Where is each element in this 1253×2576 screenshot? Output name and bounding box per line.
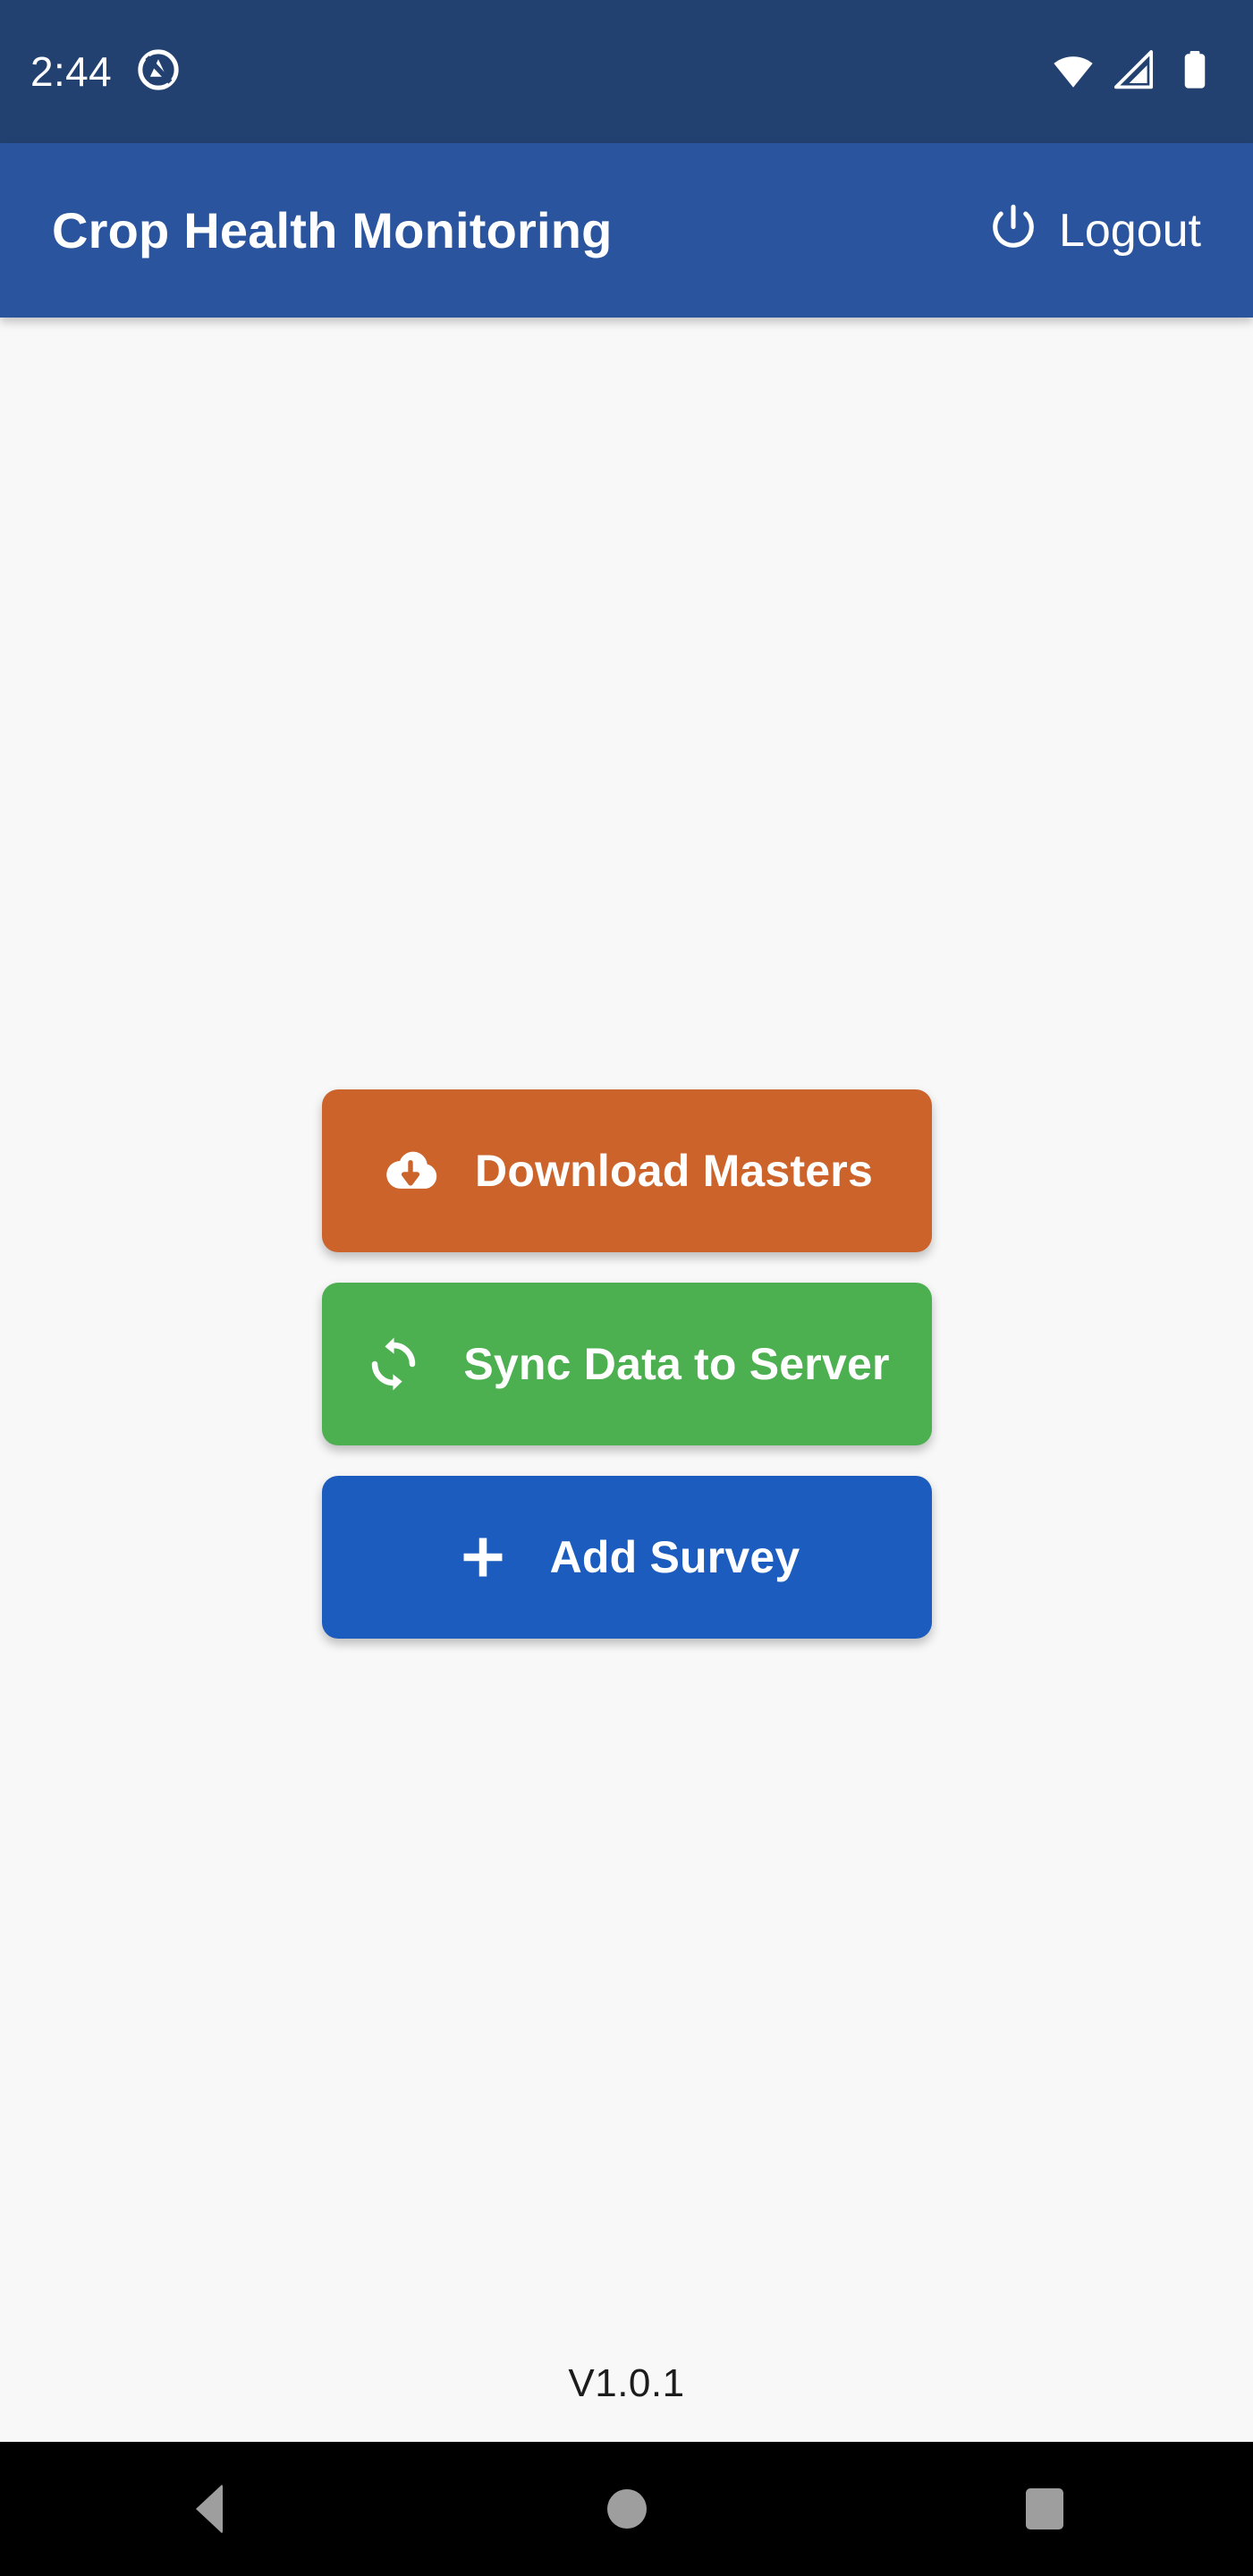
- add-survey-label: Add Survey: [549, 1531, 800, 1582]
- status-bar-clock: 2:44: [30, 48, 113, 95]
- main-content: Download Masters Sync Data to Server Add…: [0, 318, 1253, 2442]
- status-bar-right: [1051, 47, 1217, 97]
- power-icon: [987, 202, 1039, 258]
- sync-data-button[interactable]: Sync Data to Server: [321, 1282, 932, 1445]
- plus-icon: [453, 1528, 512, 1587]
- action-button-stack: Download Masters Sync Data to Server Add…: [321, 1089, 932, 1639]
- add-survey-button[interactable]: Add Survey: [321, 1475, 932, 1639]
- recents-button[interactable]: [964, 2442, 1125, 2576]
- logout-button[interactable]: Logout: [968, 190, 1221, 271]
- status-bar: 2:44: [0, 0, 1253, 143]
- circle-home-icon: [606, 2489, 647, 2529]
- sync-data-label: Sync Data to Server: [463, 1338, 890, 1389]
- back-button[interactable]: [129, 2442, 290, 2576]
- app-bar: Crop Health Monitoring Logout: [0, 143, 1253, 318]
- download-masters-button[interactable]: Download Masters: [321, 1089, 932, 1252]
- status-bar-left: 2:44: [30, 47, 182, 97]
- sync-icon: [363, 1334, 424, 1394]
- app-version-label: V1.0.1: [568, 2361, 685, 2405]
- home-button[interactable]: [546, 2442, 707, 2576]
- triangle-back-icon: [195, 2484, 223, 2534]
- square-recents-icon: [1025, 2488, 1063, 2529]
- android-navigation-bar: [0, 2442, 1253, 2576]
- download-masters-label: Download Masters: [475, 1145, 873, 1196]
- cellular-signal-icon: [1112, 47, 1156, 97]
- logout-label: Logout: [1058, 204, 1201, 257]
- wifi-icon: [1051, 47, 1096, 97]
- battery-icon: [1173, 47, 1217, 97]
- cloud-download-icon: [380, 1140, 441, 1201]
- do-not-disturb-icon: [135, 47, 182, 97]
- page-title: Crop Health Monitoring: [52, 202, 613, 258]
- phone-screen: 2:44 Crop Health Monitoring Logout Downl…: [0, 0, 1253, 2576]
